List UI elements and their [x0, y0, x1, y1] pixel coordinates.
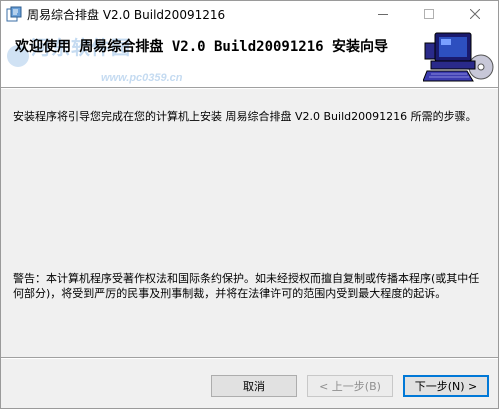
footer-separator: [1, 357, 498, 359]
back-button[interactable]: < 上一步(B): [307, 375, 393, 397]
copyright-warning: 警告：本计算机程序受著作权法和国际条约保护。如未经授权而擅自复制或传播本程序(或…: [13, 272, 480, 300]
window-title: 周易综合排盘 V2.0 Build20091216: [27, 8, 226, 22]
next-button[interactable]: 下一步(N) >: [403, 375, 489, 397]
minimize-icon: [378, 14, 388, 15]
wizard-title: 欢迎使用 周易综合排盘 V2.0 Build20091216 安装向导: [15, 39, 389, 55]
computer-icon: [423, 32, 494, 82]
installer-window: 周易综合排盘 V2.0 Build20091216 河东软件园 欢迎使用 周易综…: [0, 0, 499, 409]
title-bar[interactable]: 周易综合排盘 V2.0 Build20091216: [1, 1, 498, 27]
app-icon: [6, 6, 22, 22]
close-button[interactable]: [452, 1, 498, 27]
minimize-button[interactable]: [360, 1, 406, 27]
cancel-button[interactable]: 取消: [211, 375, 297, 397]
header-separator: [1, 87, 498, 89]
intro-text: 安装程序将引导您完成在您的计算机上安装 周易综合排盘 V2.0 Build200…: [13, 110, 477, 123]
maximize-button[interactable]: [406, 1, 452, 27]
maximize-icon: [424, 9, 434, 19]
header-banner: 河东软件园 欢迎使用 周易综合排盘 V2.0 Build20091216 安装向…: [1, 27, 498, 87]
close-icon: [470, 9, 480, 19]
watermark-url: www.pc0359.cn: [101, 72, 183, 84]
